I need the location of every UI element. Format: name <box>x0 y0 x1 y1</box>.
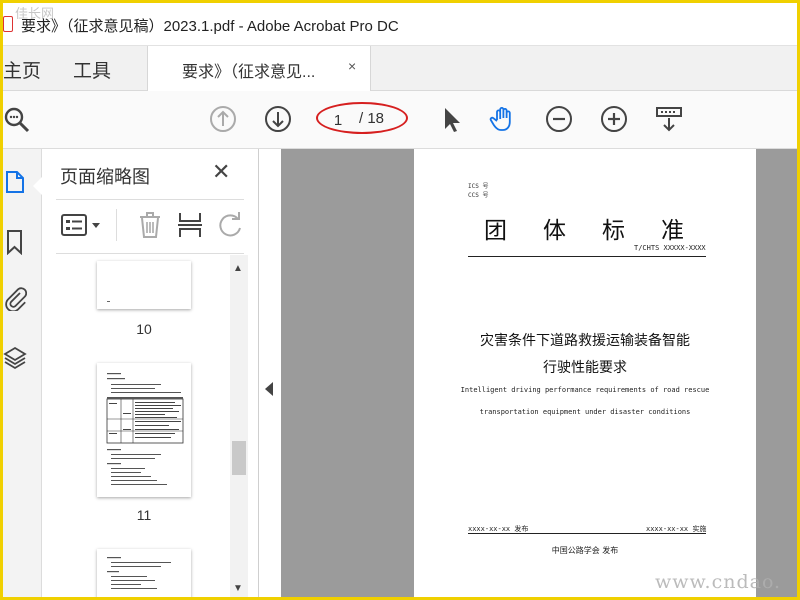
acrobat-app-icon <box>3 16 13 32</box>
attachments-icon[interactable] <box>3 285 27 311</box>
divider <box>56 199 244 200</box>
canvas-background <box>756 149 797 597</box>
scrollbar-thumb[interactable] <box>232 441 246 475</box>
active-panel-indicator <box>33 177 42 195</box>
options-menu-icon[interactable] <box>60 211 106 239</box>
page-number-label: 11 <box>136 507 152 523</box>
layers-icon[interactable] <box>3 345 27 371</box>
thumbnail-page-content <box>107 557 171 589</box>
tab-document[interactable]: 要求》（征求意见... × <box>147 46 371 91</box>
ics-label: ICS 号 <box>468 183 489 190</box>
collapse-arrow-icon[interactable] <box>265 382 273 396</box>
page-thumbnails-icon[interactable] <box>3 169 27 195</box>
navigation-rail <box>3 149 42 597</box>
scroll-down-arrow-icon[interactable]: ▼ <box>233 583 243 594</box>
zoom-in-icon[interactable] <box>600 105 628 133</box>
title-bar: 佳长网 要求》（征求意见稿）2023.1.pdf - Adobe Acrobat… <box>3 3 797 46</box>
scroll-mode-icon[interactable] <box>655 105 683 133</box>
issuer: 中国公路学会 发布 <box>551 546 619 555</box>
search-icon[interactable] <box>3 105 31 133</box>
tab-bar: 主页 工具 要求》（征求意见... × <box>3 46 797 91</box>
page-number-label: 10 <box>136 321 152 337</box>
main-toolbar: / 18 <box>3 91 797 149</box>
ccs-label: CCS 号 <box>468 192 489 199</box>
thumbnail-scrollbar[interactable]: ▲ ▼ <box>230 255 248 597</box>
select-arrow-icon[interactable] <box>437 105 465 133</box>
thumbnail-toolbar <box>56 205 256 245</box>
tab-close-icon[interactable]: × <box>348 58 356 74</box>
window-title: 要求》（征求意见稿）2023.1.pdf - Adobe Acrobat Pro… <box>21 18 399 35</box>
watermark-url: www.cndao. <box>655 571 782 593</box>
divider <box>468 256 706 257</box>
prev-page-icon[interactable] <box>209 105 237 133</box>
thumbnail-panel: 页面缩略图 ✕ 10 11 ▲ ▼ <box>42 149 259 597</box>
thumbnail-panel-title: 页面缩略图 <box>60 167 150 187</box>
page-total-label: / 18 <box>359 110 385 127</box>
canvas-background <box>281 149 414 597</box>
current-page-input[interactable] <box>319 106 357 134</box>
hand-tool-icon[interactable] <box>489 105 517 133</box>
document-view[interactable]: ICS 号 CCS 号 团体标准 T/CHTS XXXXX-XXXX 灾害条件下… <box>259 149 797 597</box>
document-title-cn-line2: 行驶性能要求 <box>543 360 627 376</box>
pdf-page[interactable]: ICS 号 CCS 号 团体标准 T/CHTS XXXXX-XXXX 灾害条件下… <box>414 149 756 597</box>
standard-code: T/CHTS XXXXX-XXXX <box>634 244 706 252</box>
page-navigator: / 18 <box>319 106 409 134</box>
document-title-cn-line1: 灾害条件下道路救援运输装备智能 <box>480 333 690 349</box>
thumbnail-page-content <box>106 373 184 485</box>
rotate-icon[interactable] <box>216 211 244 239</box>
standard-heading: 团体标准 <box>484 218 720 244</box>
tab-tools[interactable]: 工具 <box>73 56 111 83</box>
acrobat-window: 佳长网 要求》（征求意见稿）2023.1.pdf - Adobe Acrobat… <box>3 3 797 597</box>
document-title-en-line2: transportation equipment under disaster … <box>479 408 691 416</box>
divider <box>56 253 244 254</box>
divider <box>468 533 706 534</box>
bookmarks-icon[interactable] <box>3 229 27 255</box>
scroll-up-arrow-icon[interactable]: ▲ <box>233 263 243 274</box>
tab-document-label: 要求》（征求意见... <box>182 64 316 81</box>
close-panel-icon[interactable]: ✕ <box>212 159 230 185</box>
page-thumbnail-11[interactable] <box>97 363 191 497</box>
thumbnail-list: 10 11 <box>42 255 238 597</box>
page-thumbnail-12[interactable] <box>97 549 191 597</box>
document-title-en-line1: Intelligent driving performance requirem… <box>460 386 710 394</box>
page-thumbnail-10[interactable] <box>97 261 191 309</box>
tab-home[interactable]: 主页 <box>3 56 41 83</box>
panel-collapse-handle[interactable] <box>259 149 281 597</box>
divider <box>116 209 117 241</box>
zoom-out-icon[interactable] <box>545 105 573 133</box>
next-page-icon[interactable] <box>264 105 292 133</box>
insert-page-icon[interactable] <box>176 211 204 239</box>
delete-page-icon[interactable] <box>136 211 164 239</box>
